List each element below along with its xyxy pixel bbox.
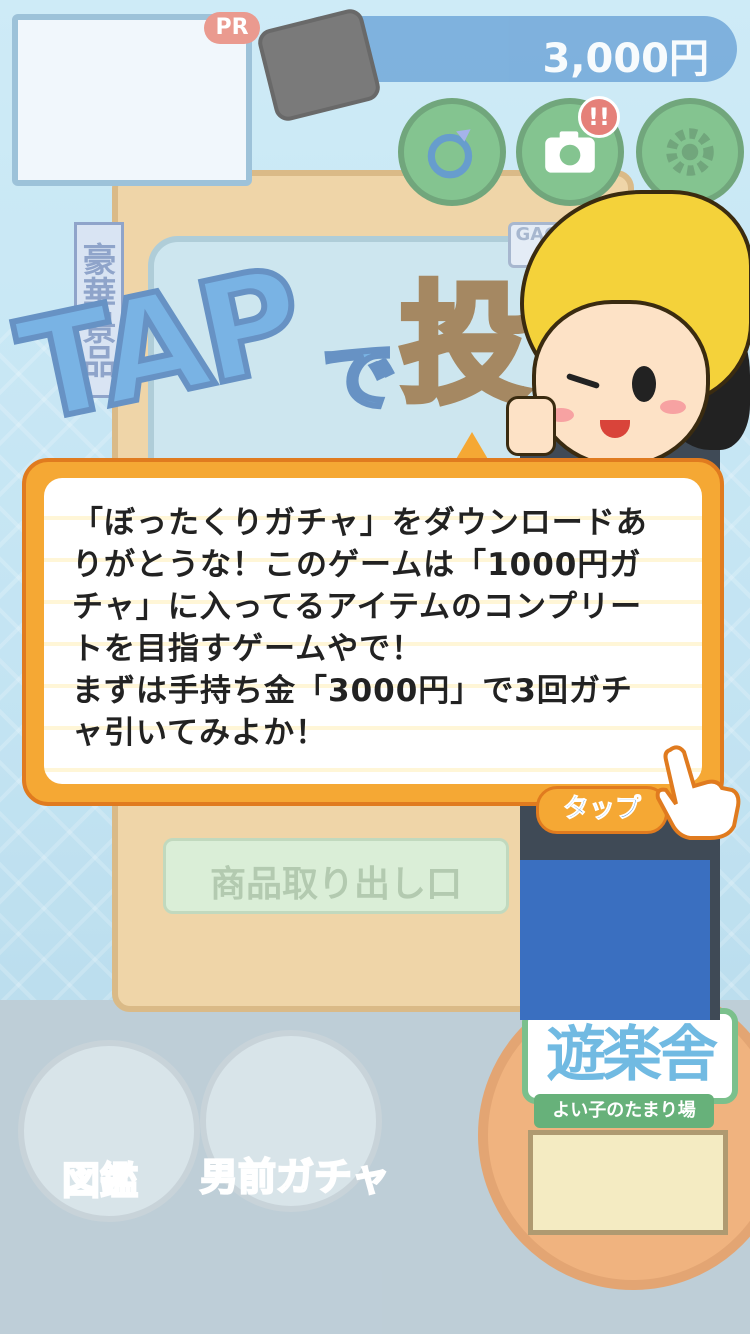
dialog-line: チャ」に入ってるアイテムのコンプリー bbox=[72, 589, 643, 625]
dialog-line: トを目指すゲームやで！ bbox=[72, 631, 424, 667]
dialog-line: 「ぼったくりガチャ」をダウンロードあ bbox=[72, 505, 648, 541]
character-face bbox=[532, 300, 710, 468]
pointing-hand-icon bbox=[655, 745, 741, 840]
character-cheek bbox=[660, 400, 686, 414]
dialog-text: 「ぼったくりガチャ」をダウンロードあ りがとうな！このゲームは「1000円ガ チ… bbox=[72, 502, 684, 754]
speech-bubble-inner: 「ぼったくりガチャ」をダウンロードあ りがとうな！このゲームは「1000円ガ チ… bbox=[44, 478, 702, 784]
game-scene: 商品取り出し口 豪華景品 GACHA PR TAP で 投 PR 3,000円 … bbox=[0, 0, 750, 1334]
dialog-line: りがとうな！このゲームは「1000円ガ bbox=[72, 547, 642, 583]
speech-bubble[interactable]: 「ぼったくりガチャ」をダウンロードあ りがとうな！このゲームは「1000円ガ チ… bbox=[22, 458, 724, 806]
character-eye bbox=[632, 366, 656, 402]
character-legs bbox=[520, 860, 710, 1020]
dialog-line: まずは手持ち金「3000円」で3回ガチ bbox=[72, 673, 633, 709]
dialog-line: ャ引いてみよか！ bbox=[72, 715, 328, 751]
character-thumbs-up bbox=[506, 396, 556, 456]
